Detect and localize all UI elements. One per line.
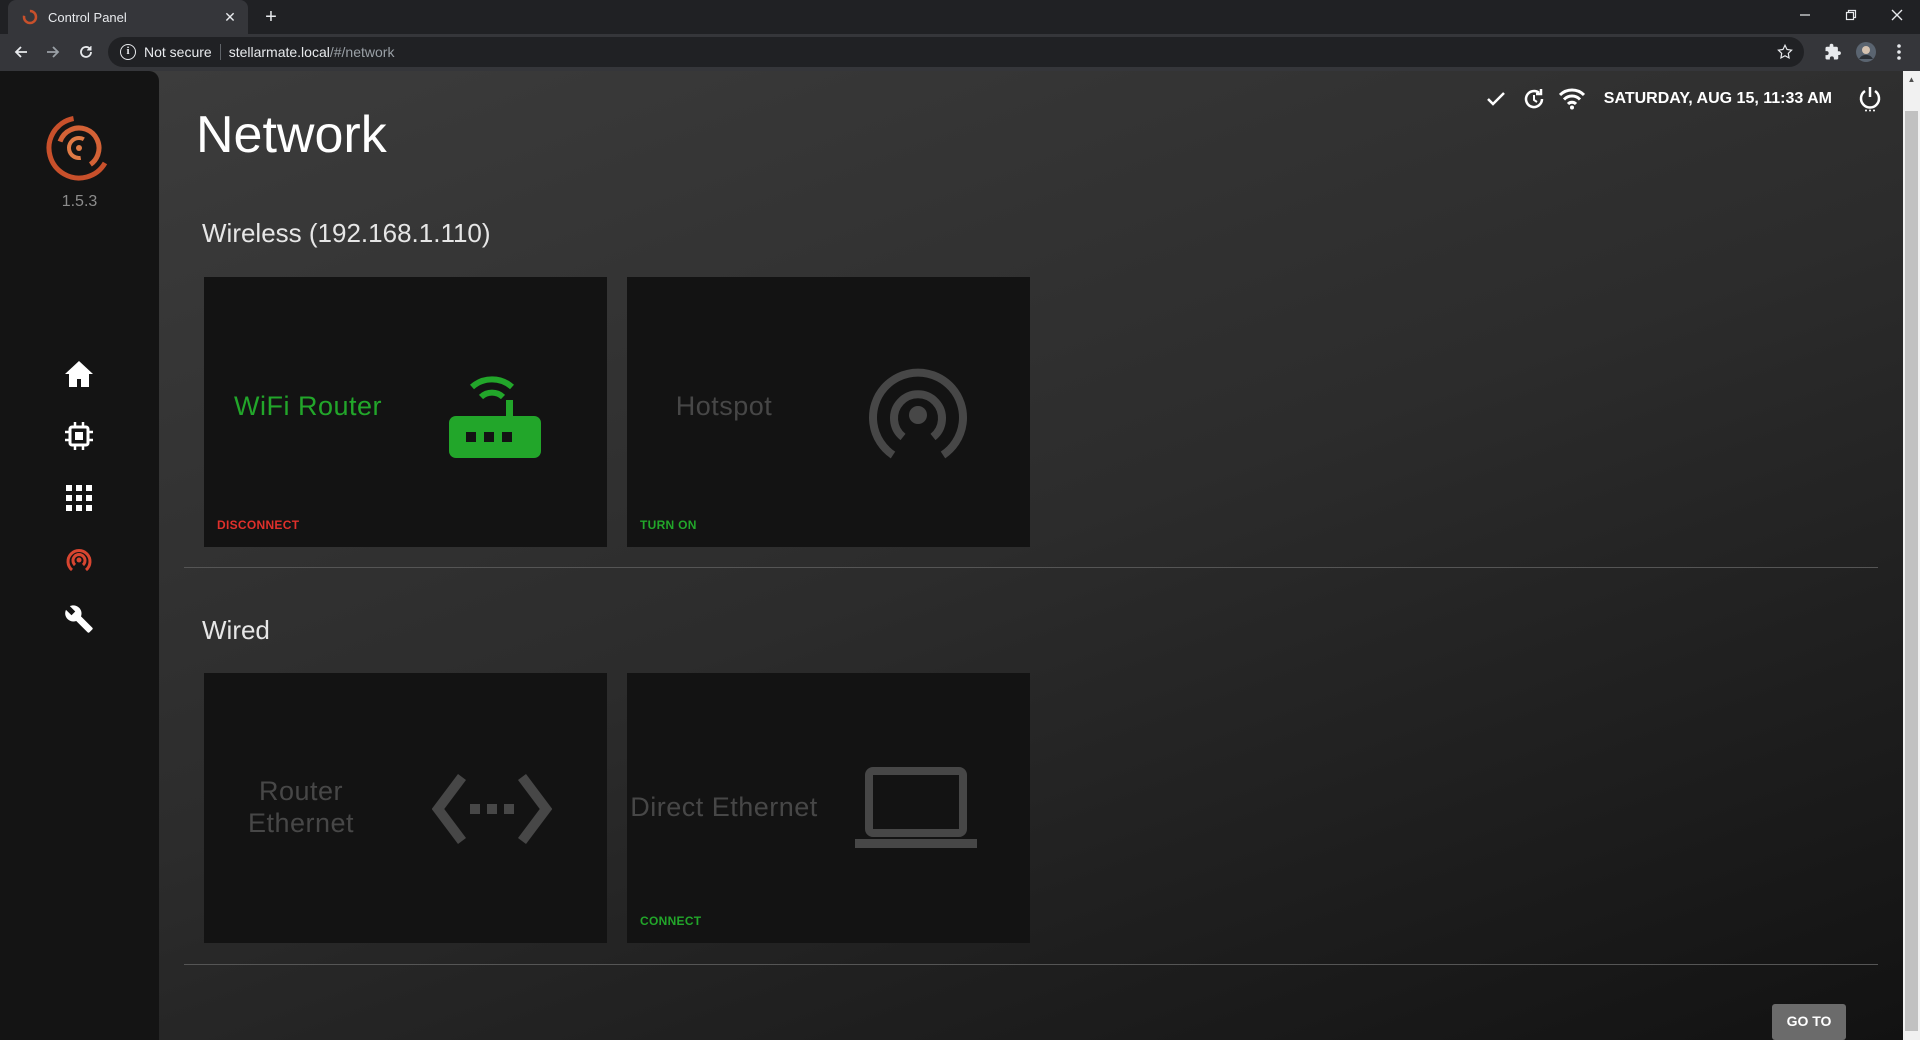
wifi-router-label: WiFi Router (233, 391, 382, 421)
go-to-button[interactable]: GO TO (1772, 1004, 1846, 1040)
time-sync-icon[interactable] (1520, 85, 1548, 113)
address-separator (219, 44, 221, 60)
not-secure-label: Not secure (144, 44, 212, 60)
address-bar[interactable]: i Not secure stellarmate.local/#/network (108, 37, 1804, 67)
bookmark-star-icon[interactable] (1776, 43, 1794, 66)
minimize-icon[interactable] (1782, 0, 1828, 30)
turn-on-button[interactable]: TURN ON (640, 518, 697, 532)
stellarmate-favicon-icon (22, 9, 38, 25)
status-datetime: SATURDAY, AUG 15, 11:33 AM (1603, 90, 1832, 107)
profile-avatar[interactable] (1851, 37, 1881, 67)
direct-ethernet-card[interactable]: Direct Ethernet CONNECT (627, 673, 1030, 943)
browser-tab[interactable]: Control Panel ✕ (8, 0, 248, 34)
router-ethernet-label: Router Ethernet (247, 776, 355, 838)
scroll-thumb[interactable] (1905, 111, 1918, 1031)
browser-tab-bar: Control Panel ✕ + (0, 0, 1920, 34)
forward-arrow-icon[interactable] (38, 37, 68, 67)
reload-icon[interactable] (71, 37, 101, 67)
close-window-icon[interactable] (1874, 0, 1920, 30)
back-arrow-icon[interactable] (6, 37, 36, 67)
network-icon[interactable] (59, 540, 99, 580)
url-path: /#/network (329, 44, 395, 60)
home-icon[interactable] (59, 354, 99, 394)
disconnect-button[interactable]: DISCONNECT (217, 518, 299, 532)
status-bar: SATURDAY, AUG 15, 11:33 AM (1482, 85, 1884, 113)
wrench-icon[interactable] (59, 599, 99, 639)
wifi-router-card[interactable]: WiFi Router DISCONNECT (204, 277, 607, 547)
ethernet-icon (432, 773, 552, 845)
restore-icon[interactable] (1828, 0, 1874, 30)
checkmark-icon[interactable] (1482, 85, 1510, 113)
router-ethernet-card[interactable]: Router Ethernet (204, 673, 607, 943)
app-viewport: 1.5.3 Network SATURDAY, AUG 15, 11:33 AM… (0, 71, 1920, 1040)
apps-grid-icon[interactable] (59, 478, 99, 518)
hotspot-icon (865, 363, 971, 463)
browser-menu-icon[interactable] (1884, 37, 1914, 67)
wifi-icon[interactable] (1558, 85, 1586, 113)
tab-close-icon[interactable]: ✕ (222, 9, 238, 26)
info-icon[interactable]: i (120, 44, 136, 60)
extensions-puzzle-icon[interactable] (1818, 37, 1848, 67)
browser-toolbar: i Not secure stellarmate.local/#/network (0, 34, 1920, 71)
hotspot-label: Hotspot (675, 391, 773, 421)
scroll-up-arrow-icon[interactable]: ▲ (1903, 71, 1920, 88)
power-icon[interactable] (1856, 85, 1884, 113)
page-scrollbar[interactable]: ▲ (1903, 71, 1920, 1040)
url-host: stellarmate.local (228, 44, 330, 60)
wired-section-title: Wired (202, 615, 270, 645)
tab-title: Control Panel (48, 9, 127, 25)
new-tab-button[interactable]: + (258, 4, 284, 30)
hotspot-card[interactable]: Hotspot TURN ON (627, 277, 1030, 547)
connect-button[interactable]: CONNECT (640, 914, 701, 928)
direct-ethernet-label: Direct Ethernet (630, 792, 818, 822)
wireless-section-title: Wireless (192.168.1.110) (202, 218, 491, 248)
router-icon (442, 365, 542, 461)
page-title: Network (196, 106, 387, 164)
app-version: 1.5.3 (61, 193, 98, 210)
sidebar: 1.5.3 (0, 71, 159, 1040)
section-divider (184, 964, 1878, 965)
chip-icon[interactable] (59, 416, 99, 456)
laptop-icon (853, 767, 979, 851)
stellarmate-logo (46, 115, 112, 181)
section-divider (184, 567, 1878, 568)
